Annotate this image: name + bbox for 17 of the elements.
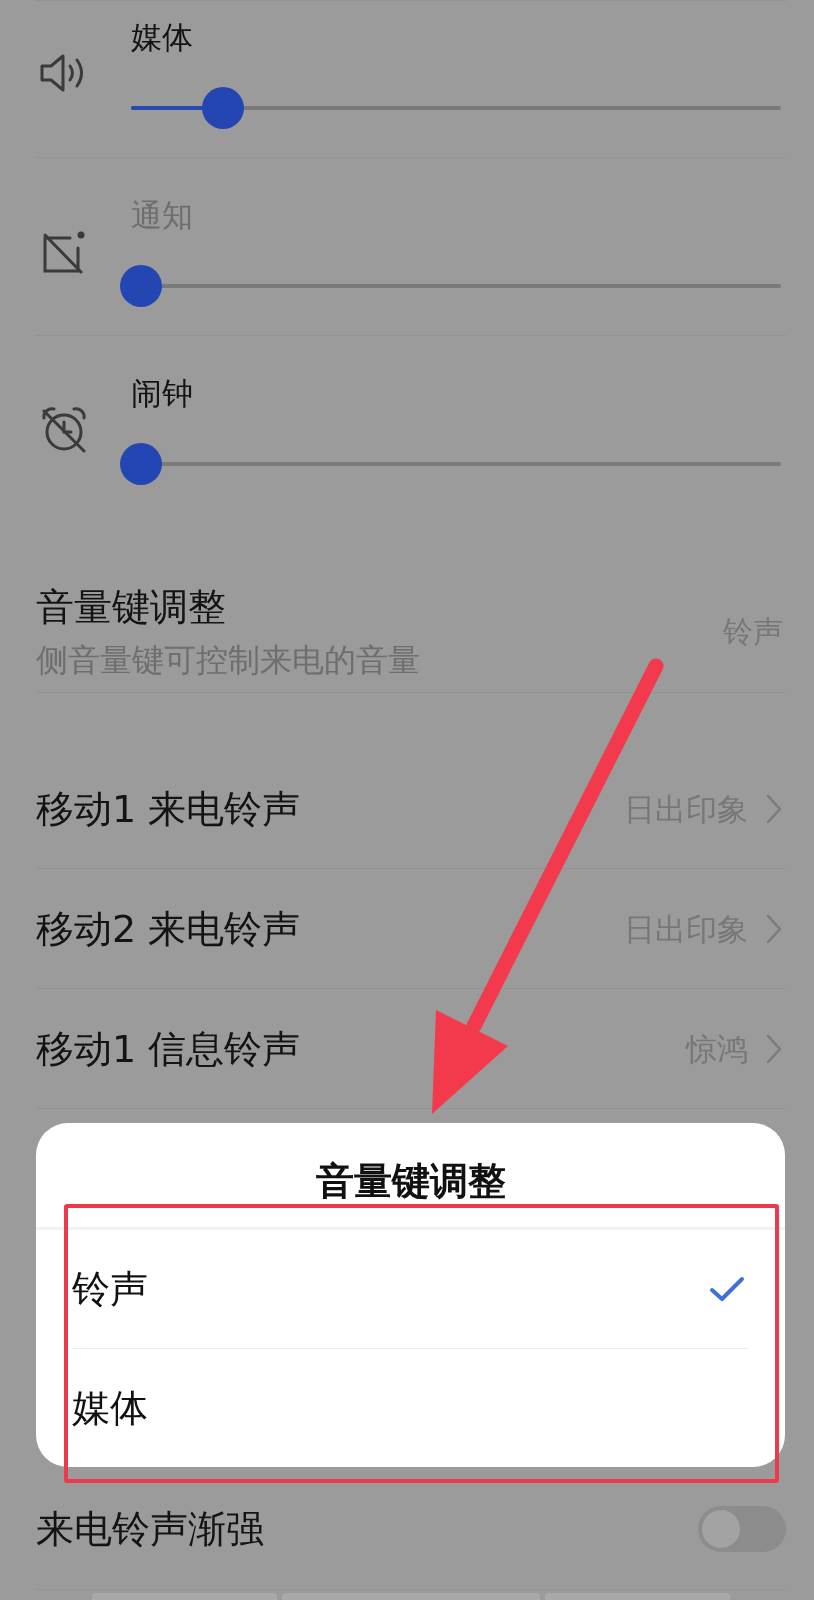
volume-label: 媒体	[131, 18, 193, 57]
option-item[interactable]: 铃声	[72, 1230, 749, 1348]
alarm-off-icon	[40, 405, 88, 453]
option-item[interactable]: 媒体	[72, 1349, 749, 1467]
volume-label: 闹钟	[131, 374, 193, 413]
setting-title: 移动1 信息铃声	[36, 1025, 301, 1073]
setting-title: 移动1 来电铃声	[36, 785, 301, 833]
fade-in-row[interactable]: 来电铃声渐强	[36, 1468, 786, 1590]
chevron-right-icon	[766, 1033, 782, 1064]
setting-title: 移动2 来电铃声	[36, 905, 301, 953]
setting-title: 音量键调整	[36, 584, 226, 631]
dialog-title: 音量键调整	[315, 1158, 506, 1205]
chevron-right-icon	[766, 913, 782, 944]
setting-title: 来电铃声渐强	[36, 1505, 264, 1553]
slider-thumb[interactable]	[201, 87, 244, 129]
slider-thumb[interactable]	[120, 443, 162, 485]
chevron-right-icon	[766, 793, 782, 824]
